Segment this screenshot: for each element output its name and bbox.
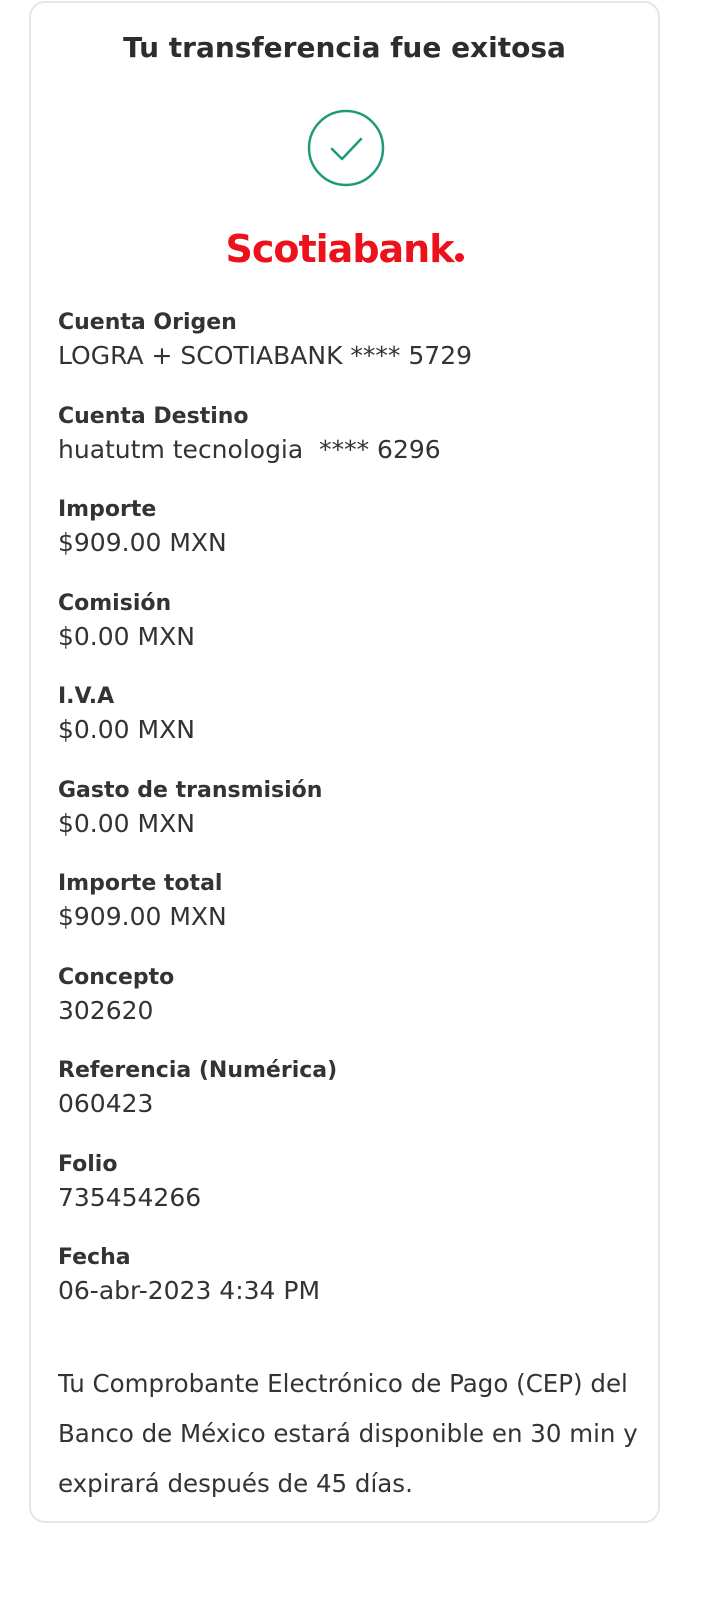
field-fecha: Fecha 06-abr-2023 4:34 PM — [58, 1243, 638, 1337]
field-comision: Comisión $0.00 MXN — [58, 589, 638, 683]
field-label: Concepto — [58, 964, 175, 990]
field-concepto: Concepto 302620 — [58, 963, 638, 1057]
field-importe-total: Importe total $909.00 MXN — [58, 869, 638, 963]
field-gasto-transmision: Gasto de transmisión $0.00 MXN — [58, 776, 638, 870]
field-iva: I.V.A $0.00 MXN — [58, 682, 638, 776]
scotiabank-logo: Scotiabank — [31, 227, 658, 287]
field-value: $0.00 MXN — [58, 621, 195, 651]
transfer-receipt-card: Tu transferencia fue exitosa Scotiabank … — [29, 1, 660, 1523]
cep-notice: Tu Comprobante Electrónico de Pago (CEP)… — [58, 1369, 638, 1498]
brand-name: Scotiabank — [225, 227, 454, 271]
check-circle-icon — [307, 109, 385, 187]
field-value: LOGRA + SCOTIABANK **** 5729 — [58, 341, 473, 370]
field-label: Comisión — [58, 590, 172, 616]
field-value: $0.00 MXN — [58, 808, 195, 838]
field-value: 735454266 — [58, 1182, 202, 1212]
transfer-details: Cuenta Origen LOGRA + SCOTIABANK **** 57… — [58, 308, 638, 1337]
field-value: huatutm tecnologia **** 6296 — [58, 434, 441, 464]
field-value: 060423 — [58, 1089, 154, 1118]
field-label: Gasto de transmisión — [58, 777, 323, 803]
field-value: $909.00 MXN — [58, 528, 227, 557]
field-value: $0.00 MXN — [58, 715, 195, 744]
logo-dot — [454, 253, 464, 262]
field-label: Folio — [58, 1151, 118, 1177]
page-title: Tu transferencia fue exitosa — [123, 31, 566, 64]
field-label: Importe — [58, 497, 157, 522]
field-label: Referencia (Numérica) — [58, 1058, 338, 1083]
field-referencia: Referencia (Numérica) 060423 — [58, 1056, 638, 1150]
field-label: Cuenta Origen — [58, 310, 237, 335]
field-label: Cuenta Destino — [58, 403, 249, 429]
field-value: 06-abr-2023 4:34 PM — [58, 1276, 321, 1305]
field-value: 302620 — [58, 995, 154, 1025]
field-value: $909.00 MXN — [58, 902, 227, 931]
field-importe: Importe $909.00 MXN — [58, 495, 638, 589]
field-folio: Folio 735454266 — [58, 1150, 638, 1244]
field-label: I.V.A — [58, 684, 115, 709]
field-label: Importe total — [58, 871, 223, 896]
field-cuenta-destino: Cuenta Destino huatutm tecnologia **** 6… — [58, 402, 638, 496]
field-label: Fecha — [58, 1245, 131, 1270]
field-cuenta-origen: Cuenta Origen LOGRA + SCOTIABANK **** 57… — [58, 308, 638, 402]
